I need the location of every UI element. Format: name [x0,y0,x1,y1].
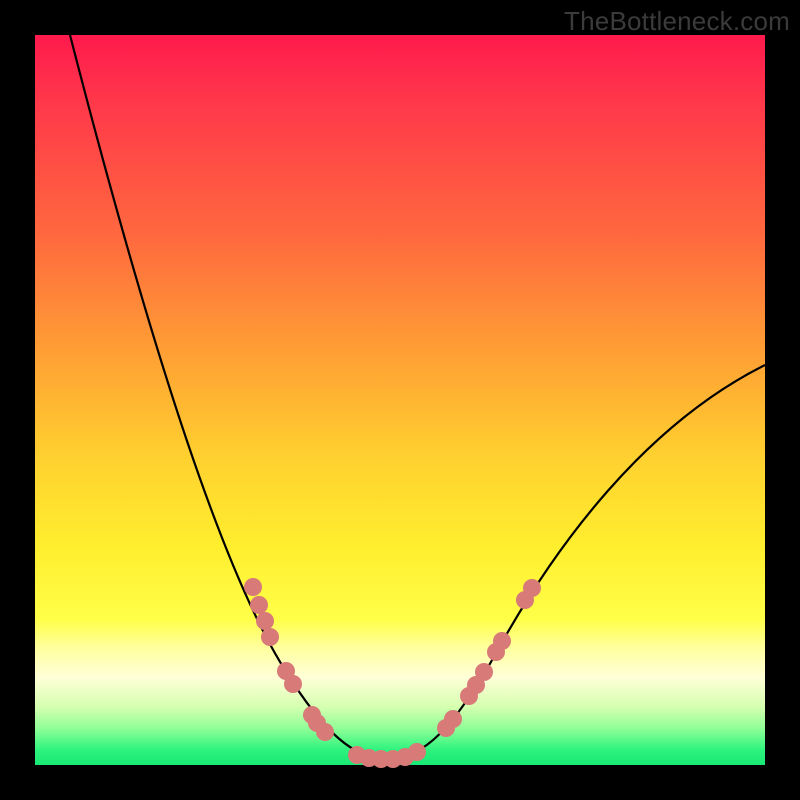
watermark-text: TheBottleneck.com [564,6,790,37]
data-point [523,579,541,597]
data-point [475,663,493,681]
chart-frame: TheBottleneck.com [0,0,800,800]
chart-svg [35,35,765,765]
plot-area [35,35,765,765]
data-point [408,743,426,761]
data-point [244,578,262,596]
data-point [316,723,334,741]
data-point [284,675,302,693]
bottleneck-curve [70,35,765,759]
data-point [250,596,268,614]
data-point [493,632,511,650]
data-point [256,612,274,630]
data-point [261,628,279,646]
data-points-group [244,578,541,768]
data-point [444,710,462,728]
